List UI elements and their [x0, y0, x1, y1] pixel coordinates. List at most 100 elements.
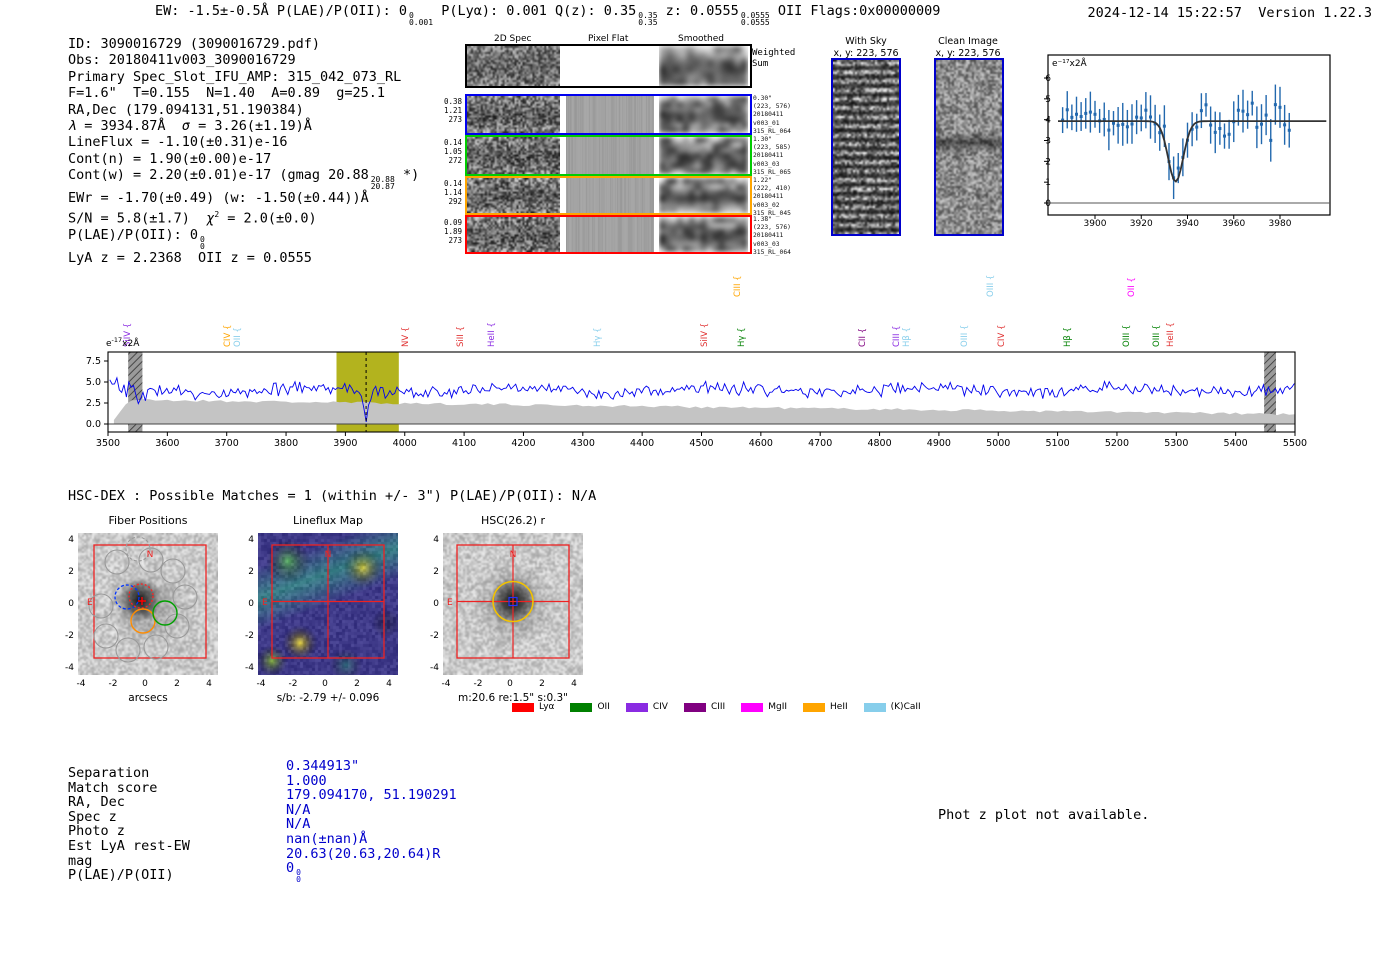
elixer-report-page: { "header": { "left_segments": [ {"t":"E… — [0, 0, 1400, 953]
with-sky-panel — [831, 58, 901, 236]
catalog-match-table: Separation 0.344913" Match score 1.000 RA, D… — [68, 759, 457, 885]
match-field-value: N/A — [286, 817, 310, 832]
spec2d-row-meta: 1.30" (223, 585) 20180411 v003_03 315_RL_065 — [753, 136, 791, 177]
spectral-line-label: SiII { — [456, 326, 467, 347]
legend-swatch — [683, 702, 706, 712]
spec2d-smoothed-image — [659, 137, 748, 174]
xtick-label: 3920 — [1130, 219, 1153, 226]
spectrum-unit-label: e-17x2Å — [106, 336, 140, 349]
data-point — [1093, 112, 1097, 116]
text-segment: 1.000 — [286, 772, 327, 789]
info-line: LineFlux = -1.10(±0.31)e-16 — [68, 134, 419, 150]
compass-east-label: E — [87, 598, 93, 608]
hsc-crosshair — [457, 545, 569, 658]
cutout-xtick: -4 — [76, 679, 86, 689]
data-point — [1199, 109, 1203, 113]
fiber-fov-box — [93, 544, 207, 659]
spectral-line-label: SiIV { — [699, 322, 710, 347]
compass-north-label: N — [325, 550, 332, 560]
data-point — [1079, 115, 1083, 119]
meta-line: 20180411 — [753, 232, 784, 240]
text-segment: N/A — [286, 801, 311, 818]
text-segment: ID: 3090016729 (3090016729.pdf) — [68, 36, 320, 52]
match-field-label: Separation — [68, 765, 150, 781]
compass-east-label: E — [262, 598, 268, 608]
weight-value: 272 — [448, 156, 462, 165]
meta-line: 20180411 — [753, 193, 784, 201]
spectral-line-label: CIV { — [996, 324, 1007, 347]
full-spectrum-plot: 3500 3600 3700 3800 3900 4000 4100 4200 4300 4400… — [86, 351, 1307, 449]
data-point — [1107, 128, 1111, 132]
xtick-label: 5500 — [1283, 438, 1307, 449]
ytick-label: 2.5 — [86, 398, 101, 409]
spec2d-row-meta: 1.38" (223, 576) 20180411 v003_03 315_RL_064 — [753, 216, 791, 257]
spectral-line-label: OIII { — [1152, 324, 1163, 347]
cutout-xtick: 2 — [174, 679, 180, 689]
spec2d-raw-image — [467, 178, 560, 213]
meta-line: 1.38" — [753, 216, 772, 223]
info-line: P(LAE)/P(OII): 000 — [68, 226, 419, 251]
weight-value: 0.38 — [443, 97, 462, 106]
data-point — [1121, 122, 1125, 126]
meta-line: 20180411 — [753, 152, 784, 160]
spectral-line-label: CIII { — [733, 275, 744, 297]
match-field-value: 20.63(20.63,20.64)R — [286, 846, 440, 862]
spectral-line-label: HeII { — [1166, 322, 1177, 347]
data-point — [1130, 122, 1134, 126]
spectral-line-label: Hγ { — [737, 327, 748, 347]
xtick-label: 4300 — [571, 438, 595, 449]
cutout-xlabel: m:20.6 re:1.5" s:0.3" — [458, 692, 568, 704]
cutout-xtick: -4 — [256, 679, 266, 689]
info-line: EWr = -1.70(±0.49) (w: -1.50(±0.44))Å — [68, 190, 419, 206]
meta-line: 315_RL_065 — [753, 168, 791, 176]
text-segment: *) — [394, 167, 420, 184]
cutout-ytick: -2 — [430, 631, 439, 641]
report-datetime: 2024-12-14 15:22:57 — [1087, 5, 1242, 21]
data-point — [1075, 112, 1078, 116]
spec2d-row-weights: 0.14 1.05 272 — [440, 138, 462, 165]
compass-east-label: E — [447, 598, 453, 608]
lower-limit: 0 — [296, 875, 301, 885]
spec2d-smoothed-image — [659, 217, 748, 252]
text-segment: σ — [181, 118, 190, 135]
legend-label: CIII — [710, 702, 726, 712]
info-line: ID: 3090016729 (3090016729.pdf) — [68, 36, 419, 52]
xtick-label: 4600 — [749, 438, 773, 449]
data-point — [1250, 101, 1254, 105]
legend-swatch — [863, 702, 886, 712]
spectral-line-label: OIII { — [1121, 324, 1132, 347]
text-segment: LineFlux = -1.10(±0.31)e-16 — [68, 134, 288, 151]
text-segment: Cont(n) = 1.90(±0.00)e-17 — [68, 150, 272, 167]
stacked-limits: 00 — [200, 235, 205, 250]
meta-line: v003_03 — [753, 160, 780, 168]
xtick-label: 5400 — [1224, 438, 1248, 449]
ytick-label: 1 — [1045, 178, 1051, 188]
fiber-positions-overlay: N E — [87, 536, 207, 663]
spec2d-row-meta: 0.30" (223, 576) 20180411 v003_01 315_RL_064 — [753, 95, 791, 136]
meta-line: 20180411 — [753, 111, 784, 119]
spec2d-row — [465, 94, 752, 135]
match-field-label: Spec z — [68, 808, 117, 825]
data-point — [1278, 105, 1282, 109]
inset-unit-label: e⁻¹⁷x2Å — [1052, 57, 1088, 69]
line-fit-inset-chart: 0 1 2 3 4 5 6 3900 3920 3940 3960 3980 e⁻¹⁷x2Å — [1044, 54, 1331, 226]
data-point — [1112, 121, 1115, 125]
cutout-ytick: -4 — [245, 663, 254, 673]
data-point — [1287, 128, 1291, 132]
legend-swatch — [625, 702, 648, 712]
text-segment: P(LAE)/P(OII): 0 — [68, 226, 199, 243]
ytick-label: 3 — [1045, 137, 1051, 147]
legend-item: (K)CaII — [863, 702, 921, 712]
data-point — [1144, 108, 1148, 112]
ytick-label: 5 — [1045, 95, 1051, 105]
data-point — [1209, 123, 1213, 127]
legend-label: CIV — [652, 702, 668, 712]
data-point — [1255, 125, 1259, 129]
data-point — [1135, 115, 1139, 119]
lower-limit: 20.87 — [370, 182, 395, 192]
text-segment: 0.344913" — [286, 758, 360, 774]
weight-value: 1.14 — [443, 188, 462, 197]
text-segment: = 3934.87Å — [76, 118, 182, 135]
data-point — [1260, 122, 1263, 126]
match-table-row: Photo z N/A — [68, 817, 457, 839]
